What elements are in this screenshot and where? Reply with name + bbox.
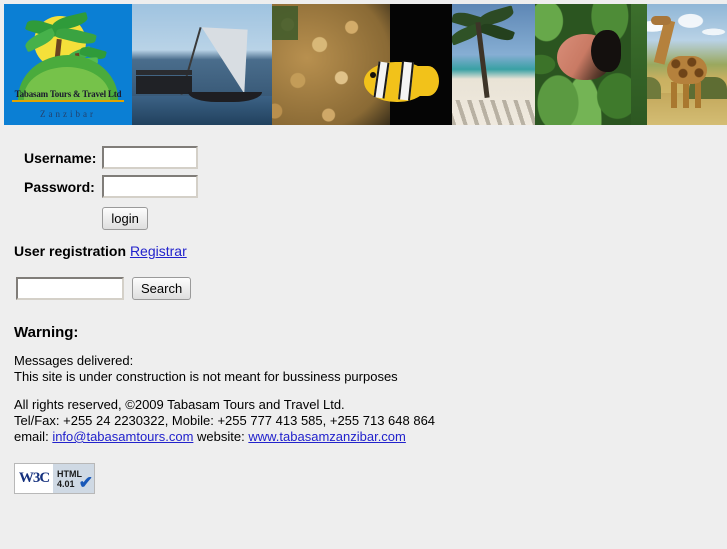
empty-cell bbox=[24, 201, 102, 233]
username-input-cell bbox=[102, 143, 204, 172]
username-row: Username: bbox=[24, 143, 204, 172]
contact-links-line: email: info@tabasamtours.com website: ww… bbox=[14, 429, 727, 445]
password-label: Password: bbox=[24, 178, 95, 195]
password-input-cell bbox=[102, 172, 204, 201]
giraffe-leg bbox=[671, 82, 677, 108]
website-label: website: bbox=[197, 429, 245, 444]
username-label: Username: bbox=[24, 149, 97, 166]
website-link[interactable]: www.tabasamzanzibar.com bbox=[248, 429, 406, 444]
user-registration-label: User registration bbox=[14, 243, 127, 259]
copyright-line: All rights reserved, ©2009 Tabasam Tours… bbox=[14, 397, 345, 412]
email-link[interactable]: info@tabasamtours.com bbox=[52, 429, 193, 444]
beach-palm-frond bbox=[478, 20, 516, 44]
password-row: Password: bbox=[24, 172, 204, 201]
login-button-cell: login bbox=[102, 201, 204, 233]
user-registration-line: User registration Registrar bbox=[14, 243, 727, 259]
email-label: email: bbox=[14, 429, 49, 444]
search-input[interactable] bbox=[16, 277, 124, 300]
red-colobus-monkey-photo bbox=[535, 4, 631, 125]
search-form: Search bbox=[16, 277, 727, 300]
beach-sand-shadow bbox=[452, 100, 535, 125]
giraffe-savanna-photo bbox=[631, 4, 727, 125]
search-button[interactable]: Search bbox=[132, 277, 192, 300]
logo-divider-rule bbox=[12, 100, 124, 102]
login-form: Username: Password: login bbox=[24, 143, 204, 233]
login-button-row: login bbox=[24, 201, 204, 233]
messages-delivered-label: Messages delivered: bbox=[14, 353, 134, 368]
dhow-secondary-boat bbox=[136, 76, 192, 94]
giraffe-spots bbox=[667, 56, 707, 84]
site-logo: Tabasam Tours & Travel Ltd Zanzibar bbox=[4, 4, 132, 125]
giraffe-leg bbox=[695, 82, 701, 108]
page-content: Username: Password: login User registrat… bbox=[0, 143, 727, 494]
giraffe-leg bbox=[683, 82, 689, 108]
username-input[interactable] bbox=[102, 146, 199, 169]
w3c-logo-icon: W3C bbox=[15, 464, 53, 493]
dhow-secondary-boat-roof bbox=[136, 70, 192, 75]
w3c-badge-text: HTML 4.01 ✔ bbox=[53, 464, 94, 493]
monkey-dark-fur-shape bbox=[591, 30, 621, 72]
beach-palm-tree-photo bbox=[452, 4, 535, 125]
phone-line: Tel/Fax: +255 24 2230322, Mobile: +255 7… bbox=[14, 413, 436, 428]
giraffe-head bbox=[651, 16, 671, 25]
w3c-html401-validation-badge[interactable]: W3C HTML 4.01 ✔ bbox=[14, 463, 95, 494]
registrar-link[interactable]: Registrar bbox=[130, 243, 187, 259]
clownfish-eye bbox=[370, 72, 376, 78]
password-input[interactable] bbox=[102, 175, 199, 198]
warning-message-text: This site is under construction is not m… bbox=[14, 369, 398, 384]
reef-algae-shape bbox=[272, 6, 298, 40]
banner-image-strip: Tabasam Tours & Travel Ltd Zanzibar bbox=[4, 4, 727, 125]
giraffe-foreground-leaf bbox=[631, 4, 647, 125]
dhow-sailing-boat-photo bbox=[132, 4, 272, 125]
warning-heading: Warning: bbox=[14, 324, 79, 341]
logo-location-name: Zanzibar bbox=[40, 109, 96, 119]
login-button[interactable]: login bbox=[102, 207, 148, 230]
coral-reef-clownfish-photo bbox=[272, 4, 452, 125]
checkmark-icon: ✔ bbox=[78, 473, 93, 492]
logo-company-name: Tabasam Tours & Travel Ltd bbox=[14, 89, 122, 99]
